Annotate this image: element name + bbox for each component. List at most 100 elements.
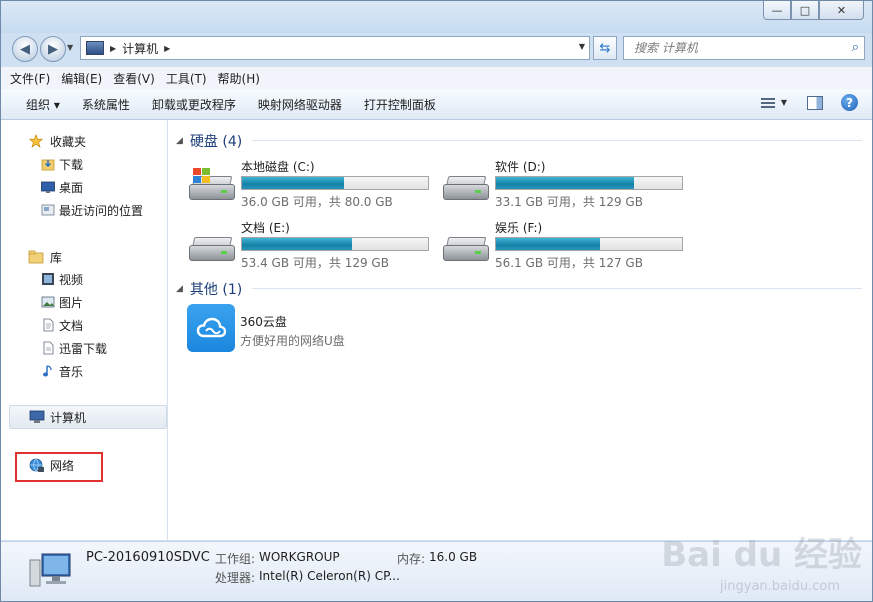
view-dropdown-icon[interactable]: ▼ xyxy=(781,98,787,107)
search-icon[interactable]: ⌕ xyxy=(852,40,859,55)
drive-usage-fill xyxy=(496,238,601,250)
menu-view[interactable]: 查看(V) xyxy=(113,70,155,87)
address-bar[interactable]: ▶ 计算机 ▶ ▼ xyxy=(80,36,590,60)
organize-button[interactable]: 组织 ▾ xyxy=(1,96,71,113)
drive-name: 文档 (E:) xyxy=(241,221,290,235)
close-button[interactable]: ✕ xyxy=(819,1,864,20)
preview-pane-icon[interactable] xyxy=(807,95,823,110)
sidebar-item-label: 音乐 xyxy=(59,364,84,379)
section-divider xyxy=(252,288,862,289)
sidebar-favorites[interactable]: 收藏夹 xyxy=(28,131,86,151)
forward-arrow-icon: ▶ xyxy=(48,41,58,57)
hdd-section-header[interactable]: ◢ 硬盘 (4) xyxy=(176,131,242,151)
search-box[interactable]: ⌕ xyxy=(623,36,865,60)
computer-icon xyxy=(29,410,45,423)
refresh-button[interactable]: ⇆ xyxy=(593,36,617,60)
toolbar-right-controls: ▼ ? xyxy=(749,94,858,111)
drive-name: 软件 (D:) xyxy=(495,160,546,174)
uninstall-program-button[interactable]: 卸载或更改程序 xyxy=(141,96,247,113)
watermark-url: jingyan.baidu.com xyxy=(720,579,840,594)
open-control-panel-button[interactable]: 打开控制面板 xyxy=(353,96,447,113)
menu-bar: 文件(F) 编辑(E) 查看(V) 工具(T) 帮助(H) xyxy=(1,66,872,89)
other-section-header[interactable]: ◢ 其他 (1) xyxy=(176,279,242,299)
sidebar-item-recent-places[interactable]: 最近访问的位置 xyxy=(41,200,143,220)
drive-f[interactable]: 娱乐 (F:) 56.1 GB 可用，共 127 GB xyxy=(441,219,686,271)
drive-free-space: 53.4 GB 可用，共 129 GB xyxy=(241,256,389,270)
memory-label: 内存: xyxy=(397,552,426,566)
memory-value: 16.0 GB xyxy=(429,550,478,564)
cloud-drive-subtitle: 方便好用的网络U盘 xyxy=(240,334,345,348)
computer-name: PC-20160910SDVC xyxy=(86,550,210,565)
processor-label: 处理器: xyxy=(215,571,256,585)
drive-free-space: 33.1 GB 可用，共 129 GB xyxy=(495,195,643,209)
sidebar-item-pictures[interactable]: 图片 xyxy=(41,292,83,312)
change-view-icon[interactable] xyxy=(760,97,775,110)
library-folder-icon xyxy=(28,250,44,264)
drive-usage-bar xyxy=(495,237,683,251)
cloud-drive-item[interactable] xyxy=(187,304,235,352)
sidebar-item-videos[interactable]: 视频 xyxy=(42,269,83,289)
processor-value: Intel(R) Celeron(R) CP... xyxy=(259,569,400,583)
drive-usage-fill xyxy=(242,177,345,189)
documents-icon xyxy=(43,318,54,332)
refresh-icon: ⇆ xyxy=(599,40,611,56)
menu-edit[interactable]: 编辑(E) xyxy=(61,70,102,87)
details-pane: PC-20160910SDVC 工作组: WORKGROUP 内存: 16.0 … xyxy=(1,535,872,601)
highlight-box: 网络 xyxy=(15,452,103,482)
star-icon xyxy=(28,134,44,148)
drive-c[interactable]: 本地磁盘 (C:) 36.0 GB 可用，共 80.0 GB xyxy=(187,158,432,210)
sidebar-item-documents[interactable]: 文档 xyxy=(43,315,84,335)
sidebar-favorites-label: 收藏夹 xyxy=(50,134,87,149)
recent-places-icon xyxy=(41,204,55,216)
breadcrumb-separator-icon[interactable]: ▶ xyxy=(164,44,170,53)
drive-usage-fill xyxy=(242,238,352,250)
sidebar-item-thunder-downloads[interactable]: 迅雷下载 xyxy=(43,338,107,358)
breadcrumb-computer[interactable]: 计算机 xyxy=(122,40,158,57)
drive-e[interactable]: 文档 (E:) 53.4 GB 可用，共 129 GB xyxy=(187,219,432,271)
sidebar-libraries-label: 库 xyxy=(50,250,63,265)
computer-icon xyxy=(86,41,104,55)
drive-usage-bar xyxy=(241,176,429,190)
collapse-triangle-icon[interactable]: ◢ xyxy=(176,136,183,146)
system-properties-button[interactable]: 系统属性 xyxy=(71,96,141,113)
maximize-button[interactable]: □ xyxy=(791,1,819,20)
drive-d[interactable]: 软件 (D:) 33.1 GB 可用，共 129 GB xyxy=(441,158,686,210)
sidebar-libraries[interactable]: 库 xyxy=(28,247,62,267)
breadcrumb-separator-icon[interactable]: ▶ xyxy=(110,44,116,53)
explorer-window: — □ ✕ ◀ ▶ ▼ ▶ 计算机 ▶ ▼ ⇆ ⌕ 文件(F) 编辑(E) 查看… xyxy=(0,0,873,602)
sidebar-item-desktop[interactable]: 桌面 xyxy=(41,177,83,197)
back-button[interactable]: ◀ xyxy=(12,36,38,62)
hard-drive-icon xyxy=(187,168,235,202)
pictures-icon xyxy=(41,296,55,308)
drive-free-space: 36.0 GB 可用，共 80.0 GB xyxy=(241,195,393,209)
hdd-section-title: 硬盘 (4) xyxy=(189,134,243,150)
sidebar-computer-label: 计算机 xyxy=(50,411,87,425)
workgroup-value: WORKGROUP xyxy=(259,550,340,564)
network-globe-icon xyxy=(29,458,44,472)
address-dropdown-icon[interactable]: ▼ xyxy=(579,42,585,51)
minimize-button[interactable]: — xyxy=(763,1,791,20)
sidebar-item-music[interactable]: 音乐 xyxy=(43,361,84,381)
navigation-row: ◀ ▶ ▼ ▶ 计算机 ▶ ▼ ⇆ ⌕ xyxy=(1,34,872,62)
recent-pages-dropdown[interactable]: ▼ xyxy=(67,43,73,52)
thunder-download-icon xyxy=(43,341,54,355)
menu-help[interactable]: 帮助(H) xyxy=(218,70,260,87)
desktop-icon xyxy=(41,181,55,193)
map-network-drive-button[interactable]: 映射网络驱动器 xyxy=(247,96,353,113)
forward-button[interactable]: ▶ xyxy=(40,36,66,62)
search-input[interactable] xyxy=(632,40,846,56)
sidebar-item-label: 文档 xyxy=(59,318,84,333)
other-section-title: 其他 (1) xyxy=(189,282,243,298)
help-icon[interactable]: ? xyxy=(841,94,858,111)
back-arrow-icon: ◀ xyxy=(20,41,30,57)
collapse-triangle-icon[interactable]: ◢ xyxy=(176,284,183,294)
menu-file[interactable]: 文件(F) xyxy=(10,70,50,87)
sidebar-item-downloads[interactable]: 下载 xyxy=(41,154,83,174)
sidebar-item-computer[interactable]: 计算机 xyxy=(9,405,167,429)
cloud-drive-title[interactable]: 360云盘 xyxy=(240,313,287,330)
menu-tools[interactable]: 工具(T) xyxy=(166,70,207,87)
video-icon xyxy=(42,273,54,285)
sidebar-item-network[interactable]: 网络 xyxy=(50,457,74,474)
workgroup-label: 工作组: xyxy=(215,552,256,566)
music-note-icon xyxy=(43,365,52,377)
